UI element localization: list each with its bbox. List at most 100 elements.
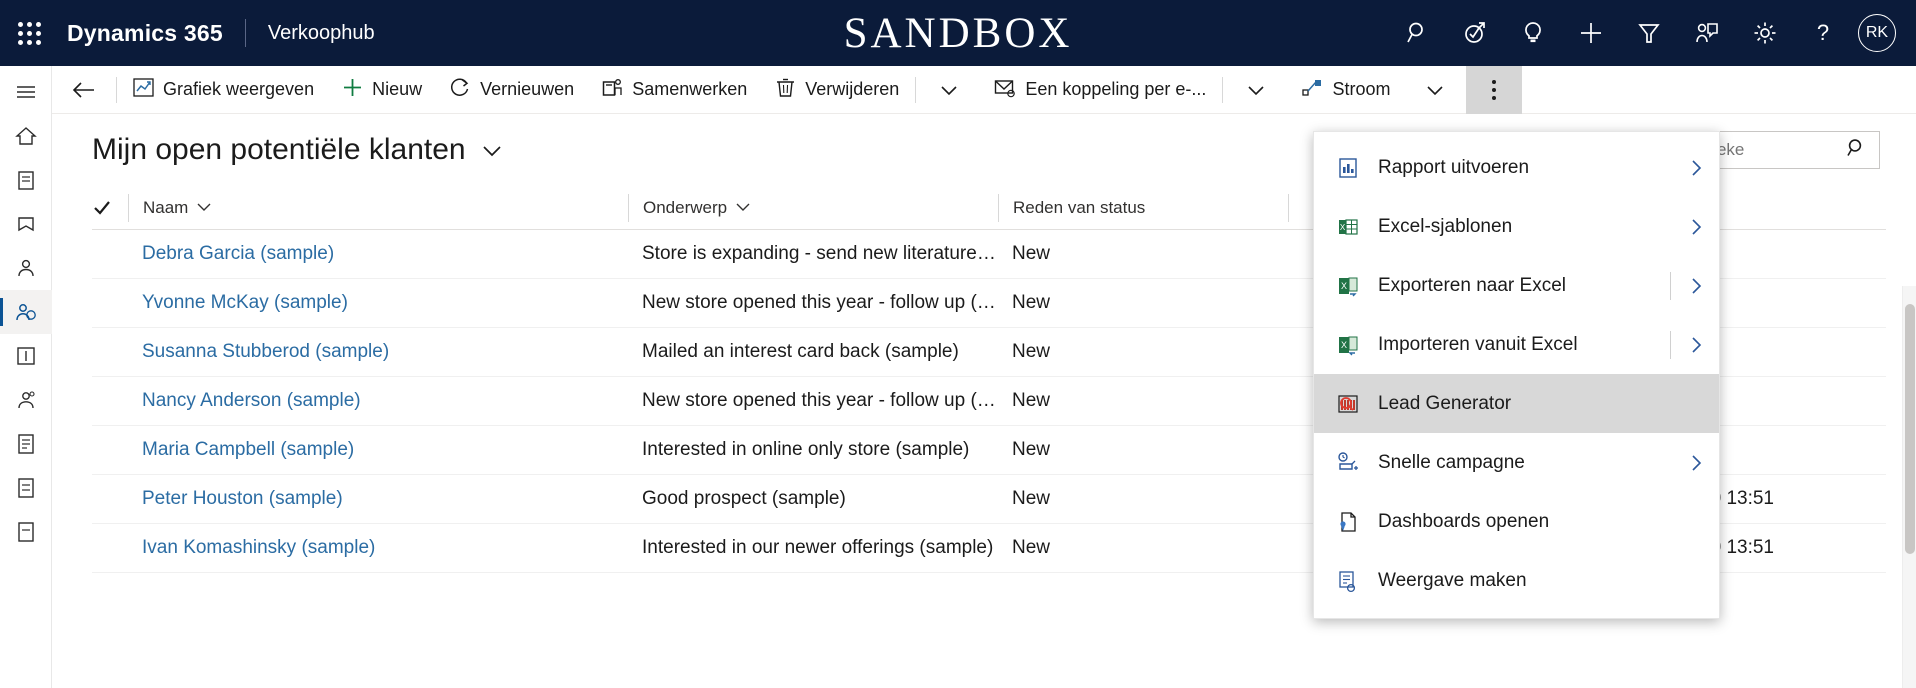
campaign-icon bbox=[1336, 451, 1378, 475]
svg-text:X: X bbox=[1341, 281, 1347, 291]
menu-item-label: Rapport uitvoeren bbox=[1378, 156, 1530, 178]
chevron-right-icon[interactable] bbox=[1673, 276, 1719, 296]
email-link-button[interactable]: Een koppeling per e-... bbox=[980, 66, 1220, 114]
flow-chevron-down-icon[interactable] bbox=[1404, 66, 1466, 114]
email-link-icon bbox=[994, 77, 1016, 103]
more-vertical-icon bbox=[1492, 79, 1497, 100]
assistant-icon[interactable] bbox=[1446, 0, 1504, 66]
cell-reden-van-status: New bbox=[1012, 488, 1051, 509]
cell-onderwerp: Good prospect (sample) bbox=[642, 488, 846, 509]
search-icon[interactable] bbox=[1845, 137, 1867, 164]
menu-item-exporteren-naar-excel[interactable]: X Exporteren naar Excel bbox=[1314, 256, 1719, 315]
column-header-onderwerp[interactable]: Onderwerp bbox=[628, 193, 998, 222]
app-name-label[interactable]: Verkoophub bbox=[268, 22, 375, 45]
dynamics365-leads-page: Dynamics 365 Verkoophub SANDBOX ? RK Gra… bbox=[0, 0, 1916, 688]
cell-onderwerp: New store opened this year - follow up (… bbox=[642, 292, 998, 313]
new-button[interactable]: Nieuw bbox=[328, 66, 436, 114]
cell-onderwerp: Store is expanding - send new literature… bbox=[642, 243, 998, 264]
column-header-reden-van-status[interactable]: Reden van status bbox=[998, 193, 1288, 222]
menu-item-snelle-campagne[interactable]: Snelle campagne bbox=[1314, 433, 1719, 492]
cell-naam[interactable]: Peter Houston (sample) bbox=[128, 488, 628, 510]
vertical-scrollbar[interactable] bbox=[1902, 286, 1916, 688]
sidebar-item-invoices[interactable] bbox=[0, 510, 52, 554]
flow-button[interactable]: Stroom bbox=[1287, 66, 1404, 114]
sidebar-rail bbox=[0, 66, 52, 688]
lightbulb-icon[interactable] bbox=[1504, 0, 1562, 66]
back-button[interactable] bbox=[52, 66, 114, 114]
page-title: Mijn open potentiële klanten bbox=[92, 133, 466, 166]
show-chart-button[interactable]: Grafiek weergeven bbox=[119, 66, 328, 114]
cell-naam[interactable]: Yvonne McKay (sample) bbox=[128, 292, 628, 314]
chevron-right-icon bbox=[1673, 217, 1719, 237]
report-icon bbox=[1336, 156, 1378, 180]
column-header-naam-label: Naam bbox=[143, 197, 189, 217]
chevron-right-icon[interactable] bbox=[1673, 335, 1719, 355]
menu-item-weergave-maken[interactable]: Weergave maken bbox=[1314, 551, 1719, 610]
menu-item-rapport-uitvoeren[interactable]: Rapport uitvoeren bbox=[1314, 138, 1719, 197]
chevron-down-icon bbox=[480, 133, 504, 167]
trash-icon bbox=[775, 77, 796, 103]
menu-item-dashboards-openen[interactable]: Dashboards openen bbox=[1314, 492, 1719, 551]
chevron-down-icon bbox=[735, 198, 751, 218]
delete-overflow-chevron-down-icon[interactable] bbox=[918, 66, 980, 114]
sidebar-item-quotes[interactable] bbox=[0, 422, 52, 466]
lead-generator-icon bbox=[1336, 392, 1378, 416]
menu-item-label: Importeren vanuit Excel bbox=[1378, 333, 1578, 355]
refresh-label: Vernieuwen bbox=[480, 79, 575, 99]
menu-item-label: Lead Generator bbox=[1378, 392, 1512, 414]
overflow-menu: Rapport uitvoeren X Excel-sjablonen X Ex… bbox=[1313, 131, 1720, 619]
svg-text:X: X bbox=[1341, 340, 1347, 350]
waffle-dot bbox=[17, 39, 23, 45]
menu-item-importeren-vanuit-excel[interactable]: X Importeren vanuit Excel bbox=[1314, 315, 1719, 374]
refresh-button[interactable]: Vernieuwen bbox=[436, 66, 588, 114]
flow-icon bbox=[1301, 77, 1323, 103]
gear-icon[interactable] bbox=[1736, 0, 1794, 66]
view-selector[interactable]: Mijn open potentiële klanten bbox=[92, 133, 504, 167]
plus-icon[interactable] bbox=[1562, 0, 1620, 66]
cell-reden-van-status: New bbox=[1012, 390, 1051, 411]
top-navigation-bar: Dynamics 365 Verkoophub SANDBOX ? RK bbox=[0, 0, 1916, 66]
sidebar-item-orders[interactable] bbox=[0, 466, 52, 510]
avatar[interactable]: RK bbox=[1858, 14, 1896, 52]
column-header-naam[interactable]: Naam bbox=[128, 193, 628, 222]
app-launcher-icon[interactable] bbox=[0, 0, 58, 66]
sidebar-item-home[interactable] bbox=[0, 114, 52, 158]
assistant-card-icon[interactable] bbox=[1678, 0, 1736, 66]
filter-icon[interactable] bbox=[1620, 0, 1678, 66]
menu-item-label: Exporteren naar Excel bbox=[1378, 274, 1566, 296]
cell-naam[interactable]: Debra Garcia (sample) bbox=[128, 243, 628, 265]
email-overflow-chevron-down-icon[interactable] bbox=[1225, 66, 1287, 114]
scrollbar-thumb[interactable] bbox=[1905, 304, 1915, 554]
waffle-dot bbox=[17, 21, 23, 27]
delete-button[interactable]: Verwijderen bbox=[761, 66, 913, 114]
select-all-checkbox[interactable] bbox=[92, 198, 128, 218]
menu-item-label: Excel-sjablonen bbox=[1378, 215, 1513, 237]
waffle-dot bbox=[26, 21, 32, 27]
waffle-dot bbox=[35, 39, 41, 45]
collaborate-label: Samenwerken bbox=[632, 79, 748, 99]
sidebar-item-recent[interactable] bbox=[0, 158, 52, 202]
sidebar-toggle[interactable] bbox=[0, 70, 52, 114]
teams-icon bbox=[602, 77, 623, 103]
brand-title[interactable]: Dynamics 365 bbox=[67, 20, 223, 47]
sidebar-item-contacts[interactable] bbox=[0, 246, 52, 290]
waffle-grid bbox=[17, 21, 41, 45]
sidebar-item-leads[interactable] bbox=[0, 290, 52, 334]
search-icon[interactable] bbox=[1388, 0, 1446, 66]
sidebar-item-pinned[interactable] bbox=[0, 202, 52, 246]
chart-icon bbox=[133, 77, 154, 103]
cell-naam[interactable]: Susanna Stubberod (sample) bbox=[128, 341, 628, 363]
help-icon[interactable]: ? bbox=[1794, 0, 1852, 66]
cell-naam[interactable]: Maria Campbell (sample) bbox=[128, 439, 628, 461]
menu-item-lead-generator[interactable]: Lead Generator bbox=[1314, 374, 1719, 433]
collaborate-button[interactable]: Samenwerken bbox=[588, 66, 761, 114]
cell-naam[interactable]: Ivan Komashinsky (sample) bbox=[128, 537, 628, 559]
overflow-menu-button[interactable] bbox=[1466, 65, 1523, 114]
menu-item-excel-sjablonen[interactable]: X Excel-sjablonen bbox=[1314, 197, 1719, 256]
sidebar-item-opportunities[interactable] bbox=[0, 334, 52, 378]
cell-naam[interactable]: Nancy Anderson (sample) bbox=[128, 390, 628, 412]
chevron-right-icon bbox=[1673, 453, 1719, 473]
cell-reden-van-status: New bbox=[1012, 243, 1051, 264]
delete-label: Verwijderen bbox=[805, 79, 900, 99]
sidebar-item-accounts[interactable] bbox=[0, 378, 52, 422]
